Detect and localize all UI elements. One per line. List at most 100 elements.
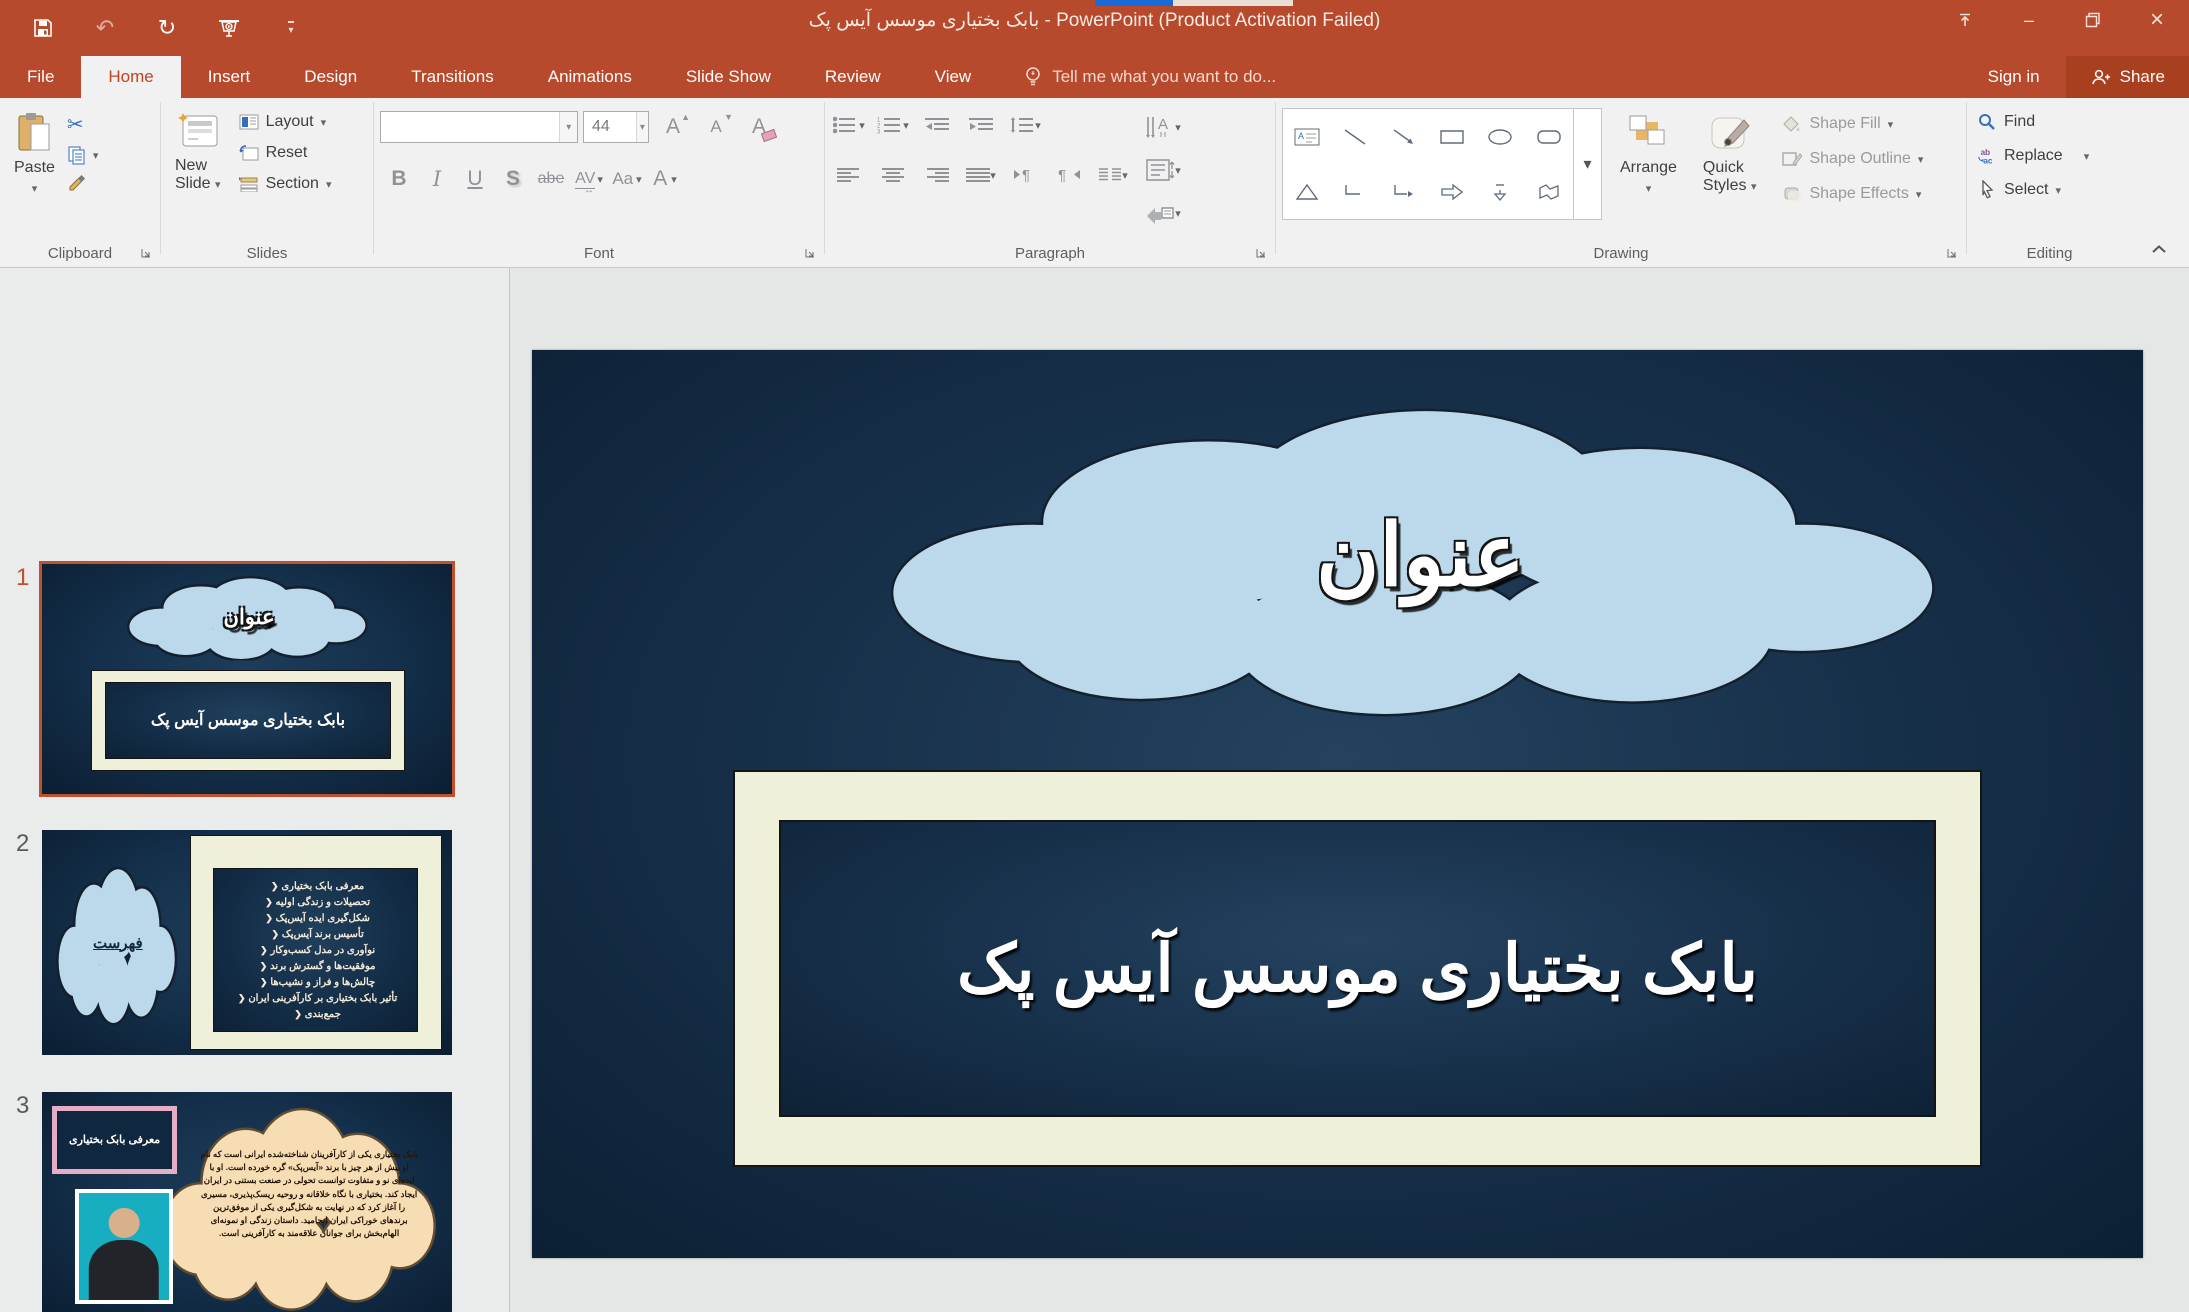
tell-me-box[interactable]: Tell me what you want to do...: [1024, 56, 1276, 98]
reset-button[interactable]: Reset: [235, 141, 336, 165]
thumbnail-slide-1[interactable]: عنوان بابک بختیاری موسس آیس پک: [42, 564, 452, 794]
ribbon-display-options-button[interactable]: [1933, 0, 1997, 40]
share-button[interactable]: Share: [2066, 56, 2189, 98]
tab-design[interactable]: Design: [277, 56, 384, 98]
align-left-button[interactable]: [831, 158, 867, 192]
cut-button[interactable]: ✂: [67, 112, 99, 137]
drawing-dialog-launcher[interactable]: [1946, 246, 1960, 260]
font-name-input[interactable]: [381, 112, 559, 142]
clipboard-dialog-launcher[interactable]: [140, 246, 154, 260]
replace-button[interactable]: abac Replace▾: [1973, 144, 2126, 168]
shape-outline-button[interactable]: Shape Outline▾: [1778, 147, 1927, 171]
paragraph-dialog-launcher[interactable]: [1255, 246, 1269, 260]
decrease-indent-button[interactable]: [919, 108, 955, 142]
clear-formatting-button[interactable]: A: [740, 108, 778, 146]
freeform-shape-icon[interactable]: [1536, 182, 1562, 202]
format-painter-button[interactable]: [67, 173, 99, 198]
shapes-gallery-more-button[interactable]: ▾: [1574, 108, 1602, 220]
start-from-beginning-button[interactable]: [216, 15, 242, 41]
text-box-shape-icon[interactable]: A: [1294, 127, 1320, 147]
shape-effects-button[interactable]: Shape Effects▾: [1778, 182, 1927, 206]
character-spacing-button[interactable]: AV↔▾: [570, 160, 608, 198]
text-direction-button[interactable]: A▾: [1145, 110, 1181, 144]
oval-shape-icon[interactable]: [1487, 127, 1513, 147]
title-cloud-shape[interactable]: عنوان: [852, 391, 1989, 719]
right-arrow-shape-icon[interactable]: [1439, 182, 1465, 202]
close-button[interactable]: ×: [2125, 0, 2189, 40]
slide-canvas[interactable]: عنوان بابک بختیاری موسس آیس پک: [511, 268, 2189, 1312]
arrange-button[interactable]: Arrange ▾: [1612, 110, 1685, 199]
chevron-down-icon[interactable]: ▾: [636, 112, 648, 142]
save-button[interactable]: [30, 15, 56, 41]
redo-button[interactable]: ↻: [154, 15, 180, 41]
align-text-button[interactable]: ▾: [1145, 153, 1181, 187]
down-arrow-callout-icon[interactable]: [1487, 182, 1513, 202]
rtl-text-direction-button[interactable]: ¶: [1051, 158, 1087, 192]
current-slide[interactable]: عنوان بابک بختیاری موسس آیس پک: [532, 350, 2143, 1258]
tab-transitions[interactable]: Transitions: [384, 56, 521, 98]
cloud-title-text[interactable]: عنوان: [852, 391, 1989, 719]
copy-button[interactable]: ▾: [67, 145, 99, 165]
font-size-input[interactable]: [584, 112, 636, 142]
tab-insert[interactable]: Insert: [181, 56, 278, 98]
convert-to-smartart-button[interactable]: ▾: [1145, 196, 1181, 230]
tab-home[interactable]: Home: [81, 56, 180, 98]
quick-styles-button[interactable]: QuickStyles ▾: [1695, 110, 1765, 199]
tab-slide-show[interactable]: Slide Show: [659, 56, 798, 98]
new-slide-button[interactable]: New Slide ▾: [167, 108, 229, 197]
ltr-text-direction-button[interactable]: ¶: [1007, 158, 1043, 192]
customize-qat-button[interactable]: ▾: [278, 15, 304, 41]
font-size-combo[interactable]: ▾: [583, 111, 649, 143]
minimize-button[interactable]: –: [1997, 0, 2061, 40]
elbow-arrow-connector-icon[interactable]: [1391, 182, 1417, 202]
undo-button[interactable]: ↶: [92, 15, 118, 41]
section-button[interactable]: Section▾: [235, 172, 336, 196]
rectangle-shape-icon[interactable]: [1439, 127, 1465, 147]
chevron-down-icon[interactable]: ▾: [559, 112, 577, 142]
paste-button[interactable]: Paste ▾: [6, 108, 63, 199]
justify-button[interactable]: ▾: [963, 158, 999, 192]
elbow-connector-icon[interactable]: [1342, 182, 1368, 202]
thumbnail-slide-3[interactable]: بابک بختیاری یکی از کارآفرینان شناخته‌شد…: [42, 1092, 452, 1312]
shape-fill-button[interactable]: Shape Fill▾: [1778, 112, 1927, 136]
bullets-button[interactable]: ▾: [831, 108, 867, 142]
bold-button[interactable]: B: [380, 160, 418, 198]
font-color-button[interactable]: A▾: [646, 160, 684, 198]
select-button[interactable]: Select▾: [1973, 178, 2126, 202]
slide-thumbnail-panel[interactable]: 1 عنوان بابک بختیاری موسس آیس پک 2 فهرست: [0, 268, 510, 1312]
align-center-button[interactable]: [875, 158, 911, 192]
font-dialog-launcher[interactable]: [804, 246, 818, 260]
triangle-shape-icon[interactable]: [1294, 182, 1320, 202]
collapse-ribbon-button[interactable]: [2151, 241, 2167, 259]
shapes-gallery[interactable]: A: [1282, 108, 1574, 220]
numbering-button[interactable]: 123▾: [875, 108, 911, 142]
columns-button[interactable]: ▾: [1095, 158, 1131, 192]
increase-indent-button[interactable]: [963, 108, 999, 142]
underline-button[interactable]: U: [456, 160, 494, 198]
decrease-font-size-button[interactable]: A▼: [697, 108, 735, 146]
line-spacing-button[interactable]: ▾: [1007, 108, 1043, 142]
tab-review[interactable]: Review: [798, 56, 908, 98]
restore-button[interactable]: [2061, 0, 2125, 40]
change-case-button[interactable]: Aa▾: [608, 160, 646, 198]
share-person-icon: [2090, 68, 2110, 86]
rounded-rectangle-shape-icon[interactable]: [1536, 127, 1562, 147]
subtitle-frame[interactable]: بابک بختیاری موسس آیس پک: [733, 770, 1982, 1167]
increase-font-size-button[interactable]: A▲: [654, 108, 692, 146]
subtitle-text[interactable]: بابک بختیاری موسس آیس پک: [957, 930, 1758, 1007]
strikethrough-button[interactable]: abe: [532, 160, 570, 198]
font-name-combo[interactable]: ▾: [380, 111, 578, 143]
tab-file[interactable]: File: [0, 56, 81, 98]
italic-button[interactable]: I: [418, 160, 456, 198]
sign-in-button[interactable]: Sign in: [1962, 56, 2066, 98]
layout-button[interactable]: Layout▾: [235, 110, 336, 134]
line-shape-icon[interactable]: [1342, 127, 1368, 147]
arrow-shape-icon[interactable]: [1391, 127, 1417, 147]
tab-animations[interactable]: Animations: [521, 56, 659, 98]
align-right-button[interactable]: [919, 158, 955, 192]
tab-view[interactable]: View: [908, 56, 999, 98]
cursor-icon: [1977, 181, 1997, 199]
text-shadow-button[interactable]: S: [494, 160, 532, 198]
find-button[interactable]: Find: [1973, 110, 2126, 134]
thumbnail-slide-2[interactable]: فهرست معرفی بابک بختیاری ❮تحصیلات و زندگ…: [42, 830, 452, 1055]
